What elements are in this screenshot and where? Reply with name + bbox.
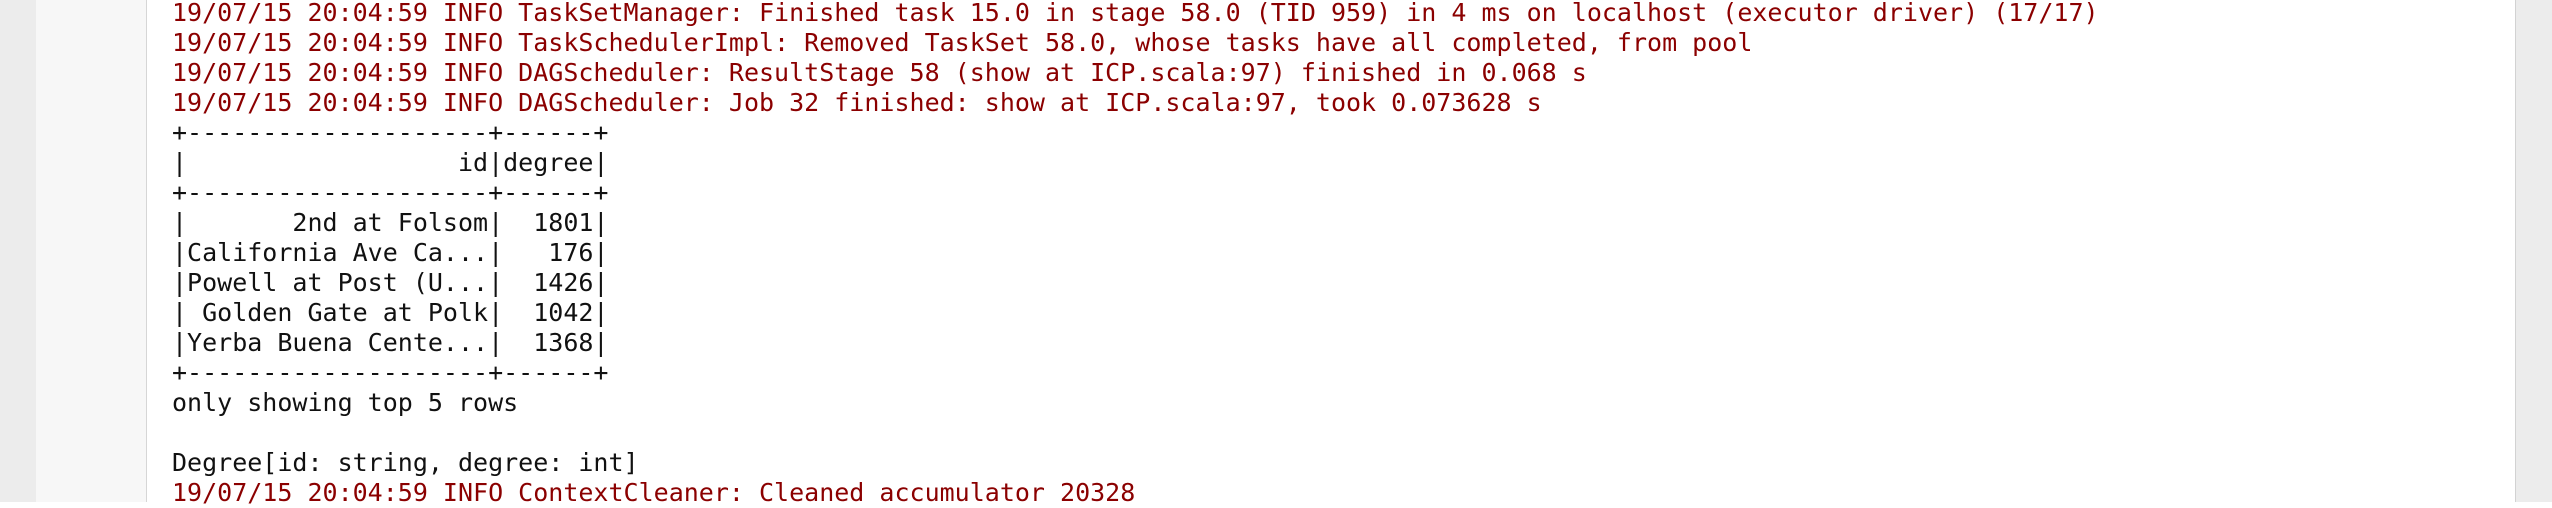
cell-output-text: 19/07/15 20:04:59 INFO TaskSetManager: F… [172,0,2492,508]
table-row: | Golden Gate at Polk| 1042| [172,298,609,327]
log-line: 19/07/15 20:04:59 INFO ContextCleaner: C… [172,478,1136,507]
row-limit-note: only showing top 5 rows [172,388,519,417]
table-border: +--------------------+------+ [172,178,609,207]
log-line: 19/07/15 20:04:59 INFO DAGScheduler: Res… [172,58,1587,87]
notebook-output-area: 19/07/15 20:04:59 INFO TaskSetManager: F… [0,0,2552,507]
schema-line: Degree[id: string, degree: int] [172,448,639,477]
right-scroll-gutter[interactable] [2515,0,2552,502]
table-border: +--------------------+------+ [172,118,609,147]
left-scroll-gutter [0,0,37,502]
table-row: | 2nd at Folsom| 1801| [172,208,609,237]
table-header: | id|degree| [172,148,609,177]
log-line: 19/07/15 20:04:59 INFO TaskSchedulerImpl… [172,28,1753,57]
table-row: |Powell at Post (U...| 1426| [172,268,609,297]
log-line: 19/07/15 20:04:59 INFO TaskSetManager: F… [172,0,2099,27]
cell-prompt-gutter [36,0,147,502]
table-row: |California Ave Ca...| 176| [172,238,609,267]
table-row: |Yerba Buena Cente...| 1368| [172,328,609,357]
log-line: 19/07/15 20:04:59 INFO DAGScheduler: Job… [172,88,1542,117]
table-border: +--------------------+------+ [172,358,609,387]
